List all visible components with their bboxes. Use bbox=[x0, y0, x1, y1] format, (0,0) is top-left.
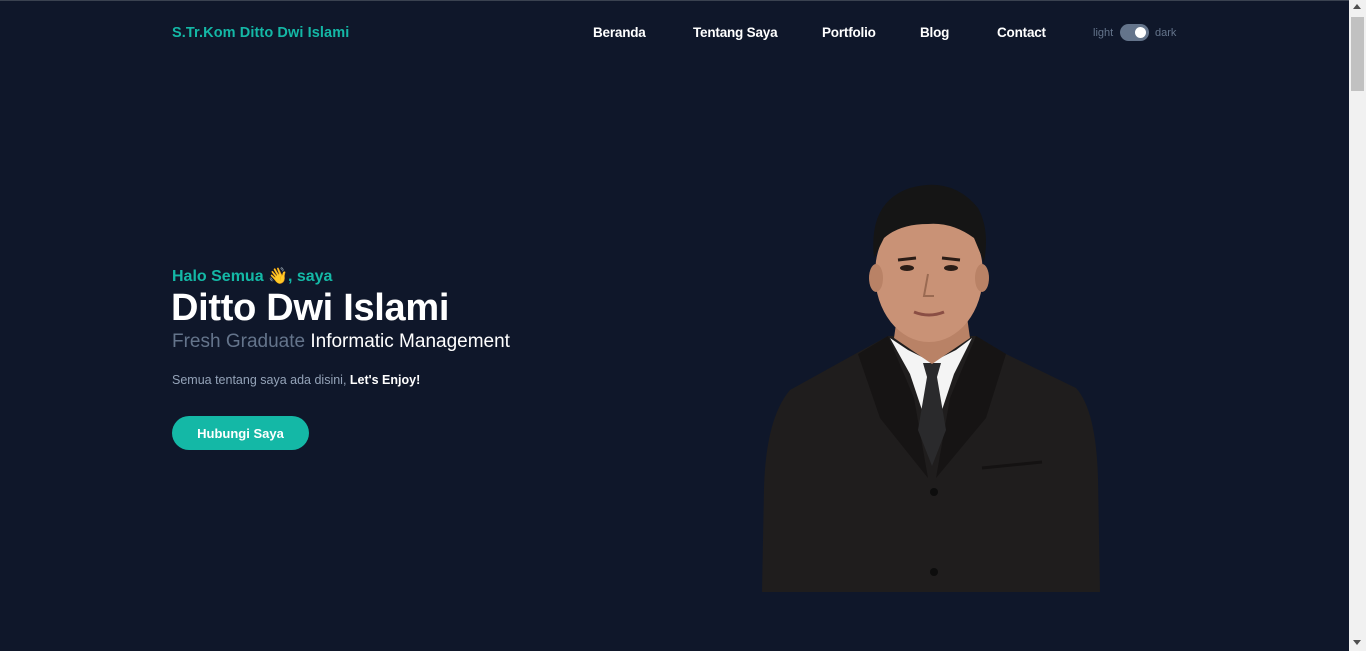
page-scrollbar[interactable] bbox=[1349, 0, 1366, 651]
scroll-down-arrow-icon[interactable] bbox=[1353, 640, 1361, 645]
scroll-up-arrow-icon[interactable] bbox=[1353, 4, 1361, 9]
hero-role-prefix: Fresh Graduate bbox=[172, 331, 306, 352]
nav-tentang-saya[interactable]: Tentang Saya bbox=[693, 25, 778, 40]
nav-blog[interactable]: Blog bbox=[920, 25, 949, 40]
hero-role: Fresh Graduate Informatic Management bbox=[172, 331, 510, 353]
scrollbar-thumb[interactable] bbox=[1351, 17, 1364, 91]
hero-role-main: Informatic Management bbox=[310, 331, 510, 352]
toggle-knob bbox=[1135, 27, 1146, 38]
contact-me-button[interactable]: Hubungi Saya bbox=[172, 416, 309, 450]
nav-contact[interactable]: Contact bbox=[997, 25, 1046, 40]
nav-portfolio[interactable]: Portfolio bbox=[822, 25, 876, 40]
hero-name: Ditto Dwi Islami bbox=[171, 287, 450, 329]
hero-description-text: Semua tentang saya ada disini, bbox=[172, 373, 347, 387]
theme-dark-label: dark bbox=[1155, 27, 1177, 39]
hero-description-emphasis: Let's Enjoy! bbox=[349, 373, 421, 387]
dark-mode-toggle[interactable] bbox=[1120, 24, 1149, 41]
page: S.Tr.Kom Ditto Dwi Islami Beranda Tentan… bbox=[0, 0, 1366, 651]
theme-light-label: light bbox=[1093, 27, 1114, 39]
navbar: S.Tr.Kom Ditto Dwi Islami Beranda Tentan… bbox=[0, 0, 1349, 66]
hero-description: Semua tentang saya ada disini, Let's Enj… bbox=[172, 373, 420, 387]
hero-greeting: Halo Semua 👋, saya bbox=[172, 268, 333, 285]
nav-beranda[interactable]: Beranda bbox=[593, 25, 646, 40]
profile-photo bbox=[762, 184, 1100, 592]
